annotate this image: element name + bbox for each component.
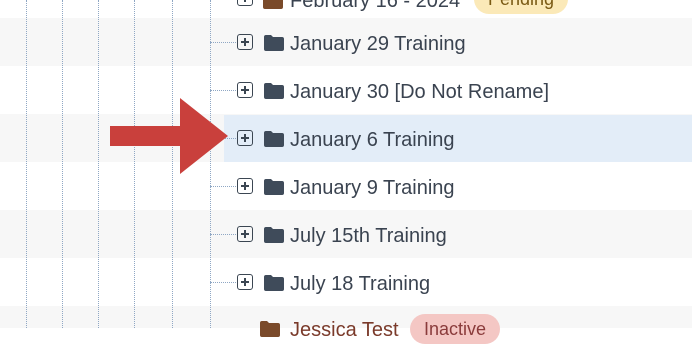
- tree-item-label[interactable]: February 16 - 2024: [290, 0, 460, 13]
- tree-guide-line: [62, 0, 63, 328]
- folder-icon: [263, 0, 283, 9]
- folder-icon: [260, 321, 280, 337]
- folder-icon: [264, 227, 284, 243]
- tree-connector: [210, 186, 236, 187]
- tree-item-label[interactable]: Jessica Test: [290, 318, 399, 342]
- tree-item-label[interactable]: January 29 Training: [290, 32, 466, 56]
- folder-icon: [264, 35, 284, 51]
- expand-toggle-icon[interactable]: [237, 226, 253, 242]
- tree-item-label[interactable]: January 30 [Do Not Rename]: [290, 80, 549, 104]
- expand-toggle-icon[interactable]: [237, 0, 253, 6]
- expand-toggle-icon[interactable]: [237, 178, 253, 194]
- tree-item-label[interactable]: January 6 Training: [290, 128, 455, 152]
- expand-toggle-icon[interactable]: [237, 130, 253, 146]
- status-badge: Inactive: [410, 314, 501, 344]
- expand-toggle-icon[interactable]: [237, 274, 253, 290]
- tree-guide-line: [26, 0, 27, 328]
- folder-icon: [264, 131, 284, 147]
- status-badge: Pending: [474, 0, 569, 14]
- status-badge-label: Inactive: [424, 319, 487, 339]
- tree-item-label[interactable]: July 15th Training: [290, 224, 447, 248]
- expand-toggle-icon[interactable]: [237, 82, 253, 98]
- expand-toggle-icon[interactable]: [237, 34, 253, 50]
- folder-icon: [264, 83, 284, 99]
- tree-connector: [210, 42, 236, 43]
- tree-connector: [210, 234, 236, 235]
- annotation-arrow-icon: [110, 98, 228, 174]
- tree-connector: [210, 90, 236, 91]
- tree-item-label[interactable]: January 9 Training: [290, 176, 455, 200]
- folder-icon: [264, 179, 284, 195]
- status-badge-label: Pending: [488, 0, 554, 9]
- tree-connector: [210, 282, 236, 283]
- folder-icon: [264, 275, 284, 291]
- tree-guide-line: [98, 0, 99, 328]
- tree-item-label[interactable]: July 18 Training: [290, 272, 430, 296]
